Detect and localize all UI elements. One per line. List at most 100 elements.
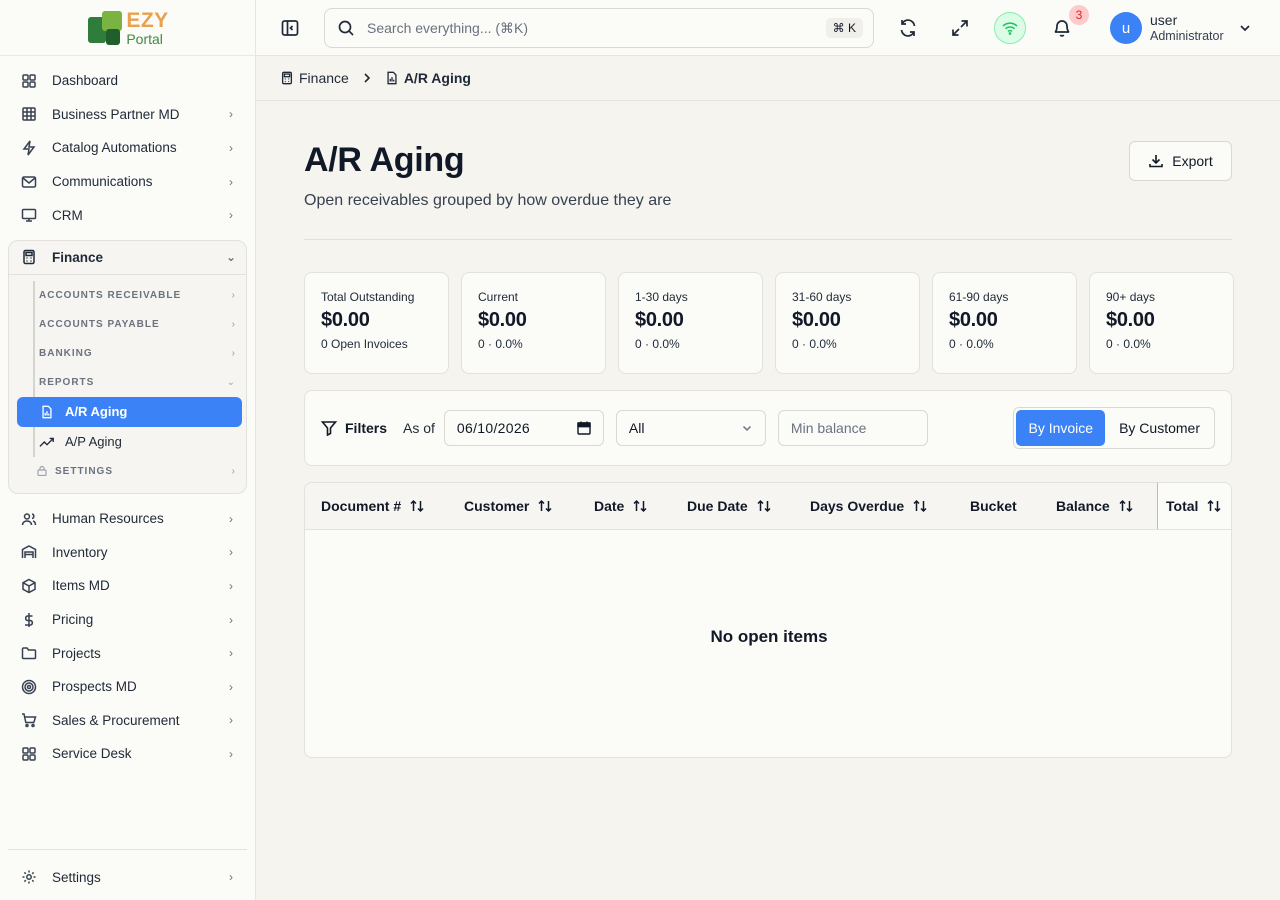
chevron-down-icon: ⌄ <box>225 250 236 265</box>
section-label: REPORTS <box>39 376 95 388</box>
target-icon <box>20 678 38 696</box>
monitor-icon <box>20 206 38 224</box>
column-header-balance[interactable]: Balance <box>1056 483 1134 529</box>
wifi-icon <box>1002 22 1018 35</box>
select-value: All <box>628 420 645 436</box>
min-balance-input[interactable]: Min balance <box>777 410 928 446</box>
column-header-date[interactable]: Date <box>594 483 648 529</box>
sidebar-item-label: Settings <box>52 869 101 885</box>
column-label: Customer <box>464 498 530 514</box>
bell-icon <box>1054 20 1070 37</box>
sidebar-item-settings[interactable]: Settings › <box>8 860 247 894</box>
card-subtext: 0 · 0.0% <box>949 337 994 351</box>
toggle-sidebar-button[interactable] <box>273 11 307 45</box>
sidebar-item-items-md[interactable]: Items MD › <box>8 569 247 603</box>
lock-icon <box>37 465 49 478</box>
sidebar-item-human-resources[interactable]: Human Resources › <box>8 502 247 536</box>
section-label: SETTINGS <box>55 466 114 478</box>
column-header-due-date[interactable]: Due Date <box>687 483 772 529</box>
as-of-date-input[interactable]: 06/10/2026 <box>443 410 604 446</box>
search-input[interactable]: Search everything... (⌘K) ⌘ K <box>324 8 874 48</box>
sidebar-section-settings[interactable]: SETTINGS › <box>17 457 242 487</box>
sidebar-item-projects[interactable]: Projects › <box>8 636 247 670</box>
brand-logo[interactable]: EZY Portal <box>0 0 255 56</box>
sidebar-section-accounts-payable[interactable]: ACCOUNTS PAYABLE › <box>35 310 242 339</box>
sidebar-item-communications[interactable]: Communications › <box>8 165 247 199</box>
card-value: $0.00 <box>321 309 370 331</box>
export-label: Export <box>1172 153 1213 169</box>
as-of-label: As of <box>403 420 435 436</box>
zap-icon <box>20 139 38 157</box>
calculator-icon <box>280 71 294 85</box>
notifications-button[interactable]: 3 <box>1045 5 1089 45</box>
divider <box>304 239 1232 240</box>
aging-table: Document # Customer Date Due Date Days O… <box>304 482 1232 758</box>
search-shortcut: ⌘ K <box>825 18 863 38</box>
user-menu[interactable]: u user Administrator <box>1110 12 1252 44</box>
sidebar-item-pricing[interactable]: Pricing › <box>8 603 247 637</box>
column-header-days-overdue[interactable]: Days Overdue <box>810 483 928 529</box>
sidebar-item-sales-procurement[interactable]: Sales & Procurement › <box>8 704 247 738</box>
column-header-customer[interactable]: Customer <box>464 483 553 529</box>
sidebar-item-label: Items MD <box>52 578 110 594</box>
sidebar-item-inventory[interactable]: Inventory › <box>8 536 247 570</box>
chevron-right-icon: › <box>229 646 233 661</box>
fullscreen-button[interactable] <box>943 11 977 45</box>
column-header-bucket[interactable]: Bucket <box>970 483 1017 529</box>
card-value: $0.00 <box>949 309 998 331</box>
sidebar-item-dashboard[interactable]: Dashboard <box>8 64 247 98</box>
card-title: 61-90 days <box>949 290 1009 304</box>
summary-card-31-60: 31-60 days $0.00 0 · 0.0% <box>775 272 920 374</box>
sidebar-section-accounts-receivable[interactable]: ACCOUNTS RECEIVABLE › <box>35 281 242 310</box>
view-by-invoice-button[interactable]: By Invoice <box>1016 410 1106 446</box>
breadcrumb-finance[interactable]: Finance <box>280 70 349 86</box>
chevron-right-icon: › <box>229 578 233 593</box>
brand-name: EZY <box>126 8 169 32</box>
calendar-icon[interactable] <box>577 421 591 435</box>
chevron-down-icon: ⌄ <box>226 376 236 388</box>
sidebar-item-ap-aging[interactable]: A/P Aging <box>35 427 242 457</box>
view-by-customer-button[interactable]: By Customer <box>1107 410 1212 446</box>
chevron-right-icon: › <box>231 318 236 330</box>
grid-icon <box>20 745 38 763</box>
puzzle-logo-icon <box>86 9 124 47</box>
section-label: ACCOUNTS RECEIVABLE <box>39 289 182 301</box>
card-subtext: 0 · 0.0% <box>635 337 680 351</box>
sidebar-item-label: Service Desk <box>52 746 132 762</box>
sidebar-item-catalog-automations[interactable]: Catalog Automations › <box>8 131 247 165</box>
card-title: 90+ days <box>1106 290 1156 304</box>
filter-icon <box>321 421 337 436</box>
sidebar-item-crm[interactable]: CRM › <box>8 198 247 232</box>
table-header: Document # Customer Date Due Date Days O… <box>305 483 1231 530</box>
chevron-down-icon <box>1238 21 1252 35</box>
export-button[interactable]: Export <box>1129 141 1232 181</box>
sidebar-section-banking[interactable]: BANKING › <box>35 339 242 368</box>
sidebar-section-reports[interactable]: REPORTS ⌄ <box>35 368 242 397</box>
mail-icon <box>20 173 38 191</box>
connection-status[interactable] <box>994 12 1026 44</box>
column-header-document[interactable]: Document # <box>321 483 425 529</box>
column-label: Date <box>594 498 625 514</box>
sidebar-item-label: Projects <box>52 645 101 661</box>
sidebar-item-ar-aging[interactable]: A/R Aging <box>17 396 242 427</box>
chevron-right-icon: › <box>229 208 233 223</box>
sidebar-item-label: A/P Aging <box>65 434 122 450</box>
dashboard-icon <box>20 72 38 90</box>
sidebar-item-label: A/R Aging <box>65 404 128 420</box>
empty-state-message: No open items <box>710 627 828 646</box>
sidebar-item-service-desk[interactable]: Service Desk › <box>8 737 247 771</box>
sidebar-item-prospects-md[interactable]: Prospects MD › <box>8 670 247 704</box>
package-icon <box>20 577 38 595</box>
card-title: 1-30 days <box>635 290 688 304</box>
sidebar-item-label: CRM <box>52 207 83 223</box>
chevron-right-icon: › <box>231 466 236 478</box>
bucket-select[interactable]: All <box>615 410 766 446</box>
column-header-total[interactable]: Total <box>1157 483 1231 529</box>
card-title: 31-60 days <box>792 290 852 304</box>
sidebar-item-finance[interactable]: Finance ⌄ <box>9 241 246 275</box>
sidebar-item-business-partner-md[interactable]: Business Partner MD › <box>8 98 247 132</box>
expand-icon <box>952 20 968 36</box>
sort-icon <box>913 499 927 513</box>
refresh-button[interactable] <box>891 11 925 45</box>
sidebar-footer: Settings › <box>8 849 247 894</box>
